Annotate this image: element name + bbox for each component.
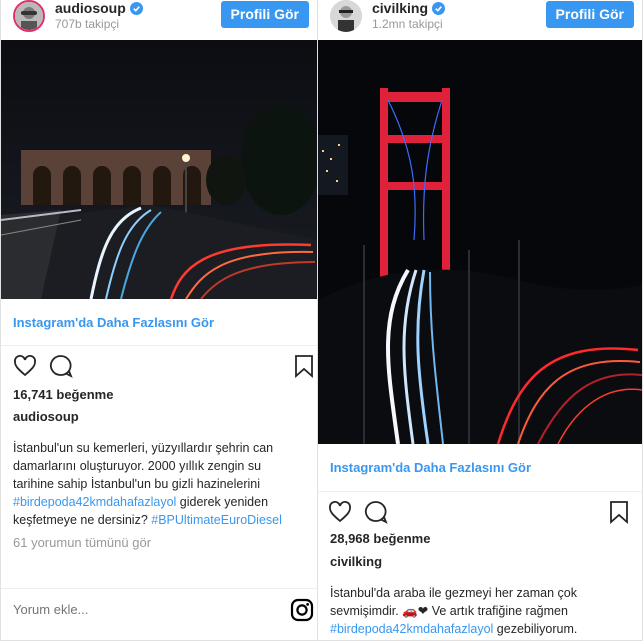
instagram-logo-icon[interactable] <box>290 598 314 622</box>
view-all-comments-link[interactable]: 61 yorumun tümünü gör <box>1 535 317 550</box>
view-profile-button[interactable]: Profili Gör <box>220 1 309 28</box>
post-owner[interactable]: civilking <box>318 554 642 569</box>
view-more-on-instagram-link[interactable]: Instagram'da Daha Fazlasını Gör <box>318 444 642 492</box>
post-photo[interactable] <box>318 40 642 444</box>
heart-icon[interactable] <box>13 354 37 378</box>
avatar[interactable] <box>13 0 45 32</box>
post-caption: İstanbul'un su kemerleri, yüzyıllardır ş… <box>13 441 282 527</box>
bookmark-icon[interactable] <box>608 500 630 524</box>
username[interactable]: civilking <box>372 0 446 16</box>
post-owner[interactable]: audiosoup <box>1 409 317 424</box>
comment-icon[interactable] <box>49 354 73 378</box>
hashtag-link[interactable]: #BPUltimateEuroDiesel <box>151 513 282 527</box>
view-profile-button[interactable]: Profili Gör <box>545 1 634 28</box>
comment-icon[interactable] <box>364 500 388 524</box>
comment-bar <box>1 588 317 632</box>
instagram-embed-audiosoup: audiosoup 707b takipçi Profili Gör Insta… <box>0 0 318 641</box>
post-caption: İstanbul'da araba ile gezmeyi her zaman … <box>330 586 578 636</box>
post-photo[interactable] <box>1 40 317 299</box>
action-bar <box>318 492 642 536</box>
verified-badge-icon <box>432 1 446 15</box>
post-header: audiosoup 707b takipçi Profili Gör <box>1 0 317 40</box>
comment-input[interactable] <box>13 602 233 617</box>
heart-icon[interactable] <box>328 500 352 524</box>
username[interactable]: audiosoup <box>55 0 143 16</box>
bookmark-icon[interactable] <box>293 354 315 378</box>
follower-count: 1.2mn takipçi <box>372 17 443 31</box>
follower-count: 707b takipçi <box>55 17 120 31</box>
post-header: civilking 1.2mn takipçi Profili Gör <box>318 0 642 40</box>
hashtag-link[interactable]: #birdepoda42kmdahafazlayol <box>330 622 493 636</box>
view-more-on-instagram-link[interactable]: Instagram'da Daha Fazlasını Gör <box>1 299 317 346</box>
verified-badge-icon <box>129 1 143 15</box>
hashtag-link[interactable]: #birdepoda42kmdahafazlayol <box>13 495 176 509</box>
action-bar <box>1 346 317 390</box>
instagram-embed-civilking: civilking 1.2mn takipçi Profili Gör Inst… <box>317 0 643 641</box>
avatar[interactable] <box>330 0 362 32</box>
